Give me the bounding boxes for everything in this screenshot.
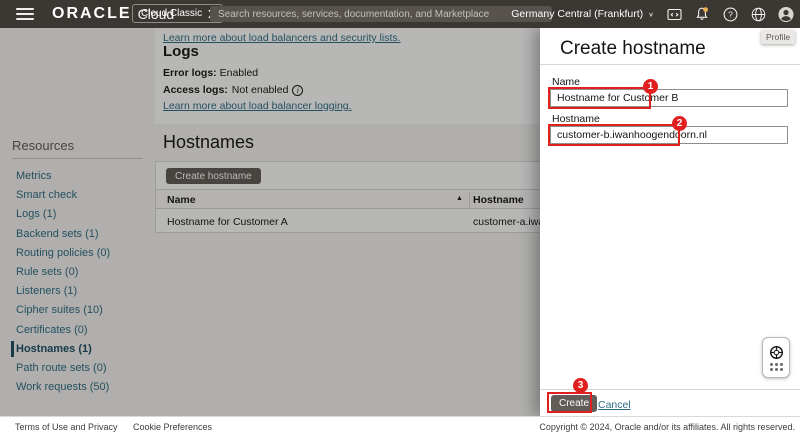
chevron-down-icon: ∨ <box>648 10 654 18</box>
profile-tooltip: Profile <box>761 30 796 44</box>
create-button[interactable]: Create <box>551 395 598 412</box>
brand-primary: ORACLE <box>52 5 132 22</box>
hamburger-menu-icon[interactable] <box>16 8 34 20</box>
create-hostname-panel: Create hostname Name 1 Hostname 2 Create <box>540 28 800 416</box>
language-globe-icon[interactable] <box>750 6 766 22</box>
region-selector[interactable]: Germany Central (Frankfurt) ∨ <box>511 8 654 20</box>
terms-link[interactable]: Terms of Use and Privacy <box>15 422 118 432</box>
cookie-preferences-link[interactable]: Cookie Preferences <box>133 422 212 432</box>
search-input[interactable] <box>210 6 552 22</box>
support-widget[interactable] <box>762 337 790 378</box>
svg-text:?: ? <box>728 9 733 19</box>
annotation-badge-2: 2 <box>672 116 687 131</box>
panel-title-divider <box>540 64 800 65</box>
oracle-cloud-console: ORACLE Cloud Cloud Classic ❯ Germany Cen… <box>0 0 800 436</box>
life-buoy-icon <box>769 345 783 359</box>
cloud-shell-icon[interactable] <box>666 6 682 22</box>
top-bar: ORACLE Cloud Cloud Classic ❯ Germany Cen… <box>0 0 800 28</box>
name-field-label: Name <box>552 76 581 88</box>
cancel-link[interactable]: Cancel <box>598 399 631 411</box>
hostname-field-label: Hostname <box>552 113 600 125</box>
copyright-text: Copyright © 2024, Oracle and/or its affi… <box>539 422 795 432</box>
annotation-badge-3: 3 <box>573 378 588 393</box>
notifications-bell-icon[interactable] <box>694 6 710 22</box>
help-icon[interactable]: ? <box>722 6 738 22</box>
cloud-classic-label: Cloud Classic <box>141 8 203 19</box>
modal-dim-overlay <box>0 28 540 416</box>
hostname-field[interactable] <box>550 126 788 144</box>
panel-title: Create hostname <box>560 38 706 59</box>
topbar-right-cluster: Germany Central (Frankfurt) ∨ ? <box>511 0 794 28</box>
page-footer: Terms of Use and Privacy Cookie Preferen… <box>0 416 800 436</box>
annotation-badge-1: 1 <box>643 79 658 94</box>
profile-avatar-icon[interactable] <box>778 6 794 22</box>
drag-handle-dots-icon[interactable] <box>769 362 783 371</box>
region-label: Germany Central (Frankfurt) <box>511 8 644 20</box>
name-field[interactable] <box>550 89 788 107</box>
